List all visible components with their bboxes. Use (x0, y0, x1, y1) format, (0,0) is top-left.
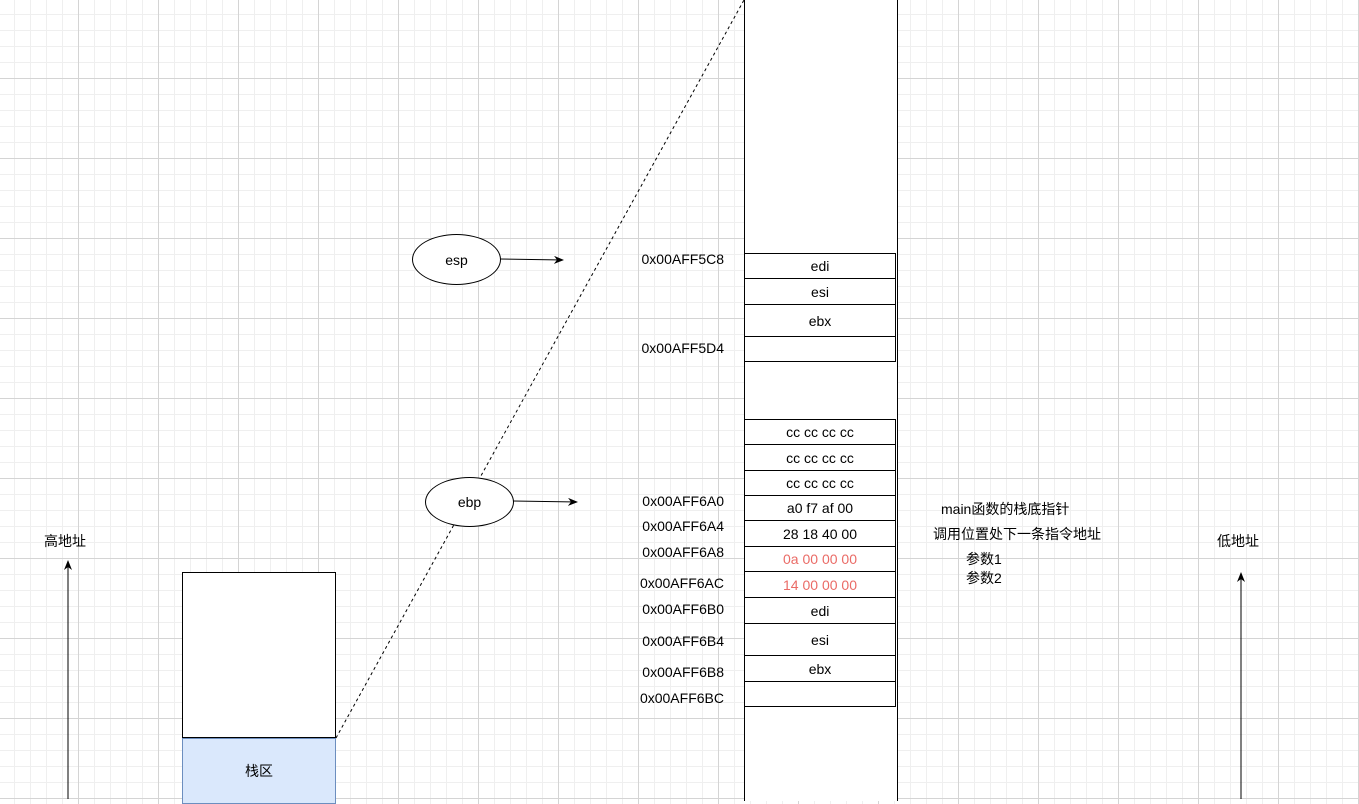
esp-label: esp (445, 251, 468, 268)
address-label: 0x00AFF5C8 (641, 251, 724, 267)
ebp-label: ebp (457, 494, 482, 510)
stack-cell (744, 336, 896, 362)
ebp-arrow (512, 497, 578, 506)
memory-overview-box (182, 572, 336, 738)
main-base-pointer-note: main函数的栈底指针 (941, 501, 1070, 517)
cell-value: esi (811, 631, 829, 648)
param2-note: 参数2 (966, 570, 1002, 586)
low-address-label: 低地址 (1217, 533, 1259, 549)
stack-cell: edi (744, 253, 896, 279)
stack-area-box: 栈区 (182, 738, 336, 804)
address-label: 0x00AFF5D4 (641, 340, 724, 356)
stack-cell-fill: cc cc cc cc (744, 470, 896, 496)
stack-cell: esi (744, 278, 896, 305)
param1-note: 参数1 (966, 551, 1002, 567)
address-label: 0x00AFF6A0 (642, 493, 724, 509)
cell-value: cc cc cc cc (786, 449, 854, 466)
cell-value: 0a 00 00 00 (783, 551, 857, 567)
cell-value: esi (811, 283, 829, 300)
cell-value: ebx (808, 312, 832, 329)
cell-value: edi (810, 602, 830, 619)
address-label: 0x00AFF6B0 (642, 601, 724, 617)
cell-value: 14 00 00 00 (783, 576, 857, 593)
zoom-dashed-connector (335, 0, 745, 739)
stack-cell-fill: cc cc cc cc (744, 444, 896, 471)
cell-value: a0 f7 af 00 (786, 500, 854, 516)
esp-register: esp (412, 234, 501, 285)
address-label: 0x00AFF6AC (639, 575, 724, 591)
return-address-note: 调用位置处下一条指令地址 (933, 526, 1101, 542)
cell-value: cc cc cc cc (786, 475, 854, 491)
stack-cell: edi (744, 597, 896, 624)
stack-cell: ebx (744, 655, 896, 682)
stack-cell-param: 14 00 00 00 (744, 571, 896, 598)
address-label: 0x00AFF6B8 (642, 664, 724, 680)
address-label: 0x00AFF6A8 (642, 544, 724, 560)
stack-cell: esi (744, 623, 896, 656)
address-label: 0x00AFF6B4 (642, 633, 724, 649)
stack-cell: a0 f7 af 00 (744, 495, 896, 521)
cell-value: ebx (808, 660, 832, 677)
high-address-label: 高地址 (44, 533, 86, 549)
ebp-register: ebp (425, 477, 514, 527)
stack-cell (744, 681, 896, 707)
address-label: 0x00AFF6BC (639, 690, 724, 706)
stack-cell: 28 18 40 00 (744, 520, 896, 547)
esp-arrow (499, 255, 564, 264)
cell-value: edi (810, 258, 830, 274)
cell-value: 28 18 40 00 (783, 525, 857, 542)
cell-value: cc cc cc cc (786, 424, 854, 440)
stack-cell: ebx (744, 304, 896, 337)
stack-area-label: 栈区 (245, 763, 273, 779)
stack-cell-fill: cc cc cc cc (744, 419, 896, 445)
stack-cell-param: 0a 00 00 00 (744, 546, 896, 572)
address-label: 0x00AFF6A4 (642, 518, 724, 534)
